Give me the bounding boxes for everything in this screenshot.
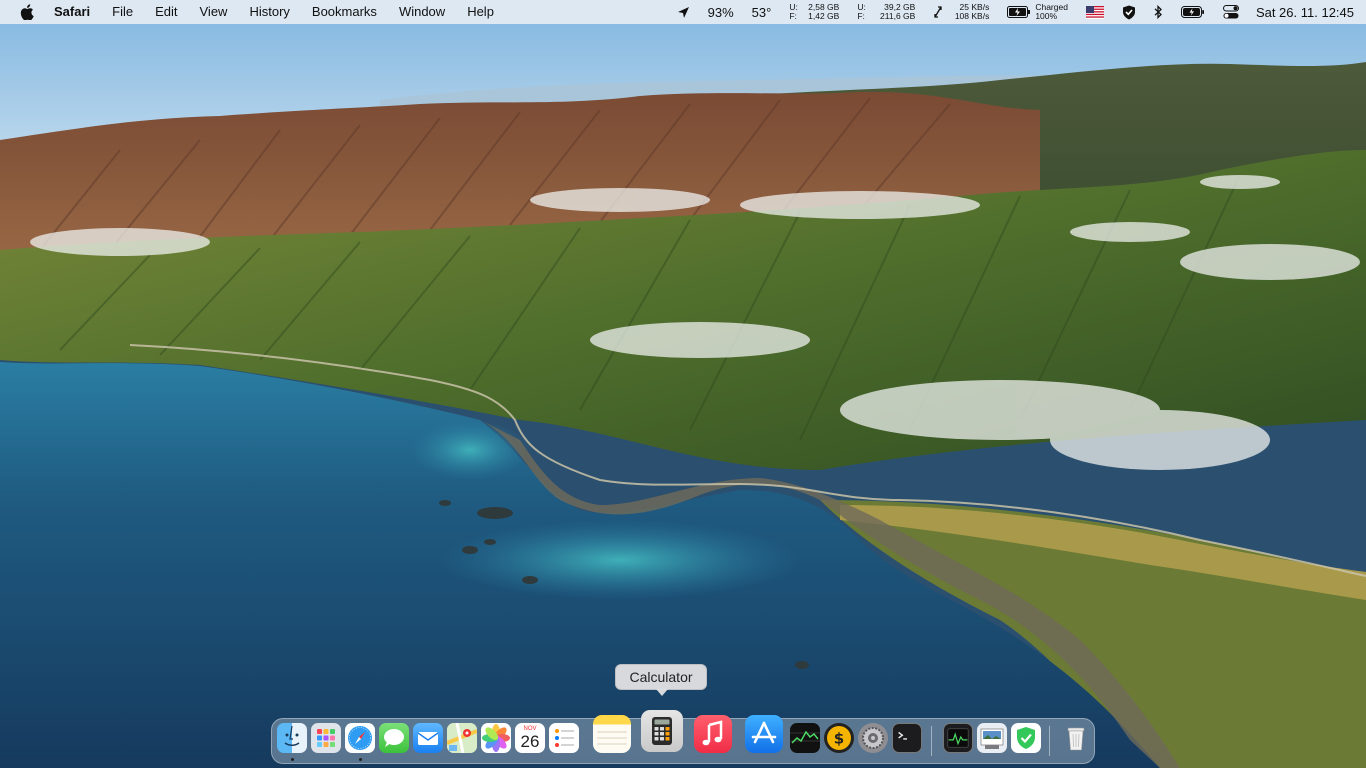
battery-icon[interactable]	[1180, 0, 1205, 24]
control-center-icon[interactable]	[1222, 0, 1239, 24]
network-stats[interactable]: 25 KB/s 108 KB/s	[933, 0, 989, 24]
notes-icon[interactable]	[593, 715, 631, 753]
launchpad-icon[interactable]	[311, 723, 341, 753]
calendar-icon[interactable]: NOV 26	[515, 723, 545, 753]
safari-icon[interactable]	[345, 723, 375, 753]
memory-free-label: F:	[789, 11, 797, 21]
location-arrow-icon[interactable]	[677, 0, 690, 24]
memory-free-value: 1,42 GB	[808, 11, 840, 21]
cpu-temperature[interactable]: 53°	[752, 0, 772, 24]
finder-icon[interactable]	[277, 723, 307, 753]
battery-status[interactable]: Charged 100%	[1007, 0, 1068, 24]
app-menu-safari[interactable]: Safari	[50, 0, 101, 24]
menu-view[interactable]: View	[189, 0, 239, 24]
menu-bookmarks[interactable]: Bookmarks	[301, 0, 388, 24]
calendar-day: 26	[520, 732, 540, 751]
reminders-icon[interactable]	[549, 723, 579, 753]
safari-running-indicator	[359, 758, 362, 761]
menu-file[interactable]: File	[101, 0, 144, 24]
security-shield-icon[interactable]	[1011, 723, 1041, 753]
finder-running-indicator	[291, 758, 294, 761]
menu-edit[interactable]: Edit	[144, 0, 188, 24]
cpu-usage[interactable]: 93%	[708, 0, 734, 24]
battery-percent: 100%	[1035, 11, 1058, 21]
dock-tooltip: Calculator	[615, 664, 707, 696]
dock-separator-trash	[1049, 726, 1050, 756]
memory-stats[interactable]: U: 2,58 GB F: 1,42 GB	[789, 0, 839, 24]
terminal-icon[interactable]	[892, 723, 922, 753]
us-flag-icon[interactable]	[1085, 0, 1104, 24]
trash-icon[interactable]	[1061, 723, 1091, 753]
mail-icon[interactable]	[413, 723, 443, 753]
disk-free-label: F:	[857, 11, 865, 21]
dock-tooltip-arrow	[656, 689, 668, 696]
menu-history[interactable]: History	[238, 0, 300, 24]
network-arrows-icon	[934, 6, 942, 18]
network-down-speed: 108 KB/s	[954, 11, 990, 21]
dock-tooltip-label: Calculator	[629, 669, 693, 685]
maps-icon[interactable]	[447, 723, 477, 753]
app-store-icon[interactable]	[745, 715, 783, 753]
battery-charging-icon	[1007, 6, 1031, 18]
bluetooth-icon[interactable]	[1154, 0, 1163, 24]
disk-stats[interactable]: U: 39,2 GB F: 211,6 GB	[857, 0, 915, 24]
security-shield-menu-icon[interactable]	[1122, 0, 1136, 24]
photos-icon[interactable]	[481, 723, 511, 753]
menu-bar: Safari File Edit View History Bookmarks …	[0, 0, 1366, 24]
dock-separator	[931, 726, 932, 756]
menu-help[interactable]: Help	[456, 0, 505, 24]
stocks-icon[interactable]	[790, 723, 820, 753]
system-preferences-icon[interactable]	[858, 723, 888, 753]
menu-window[interactable]: Window	[388, 0, 456, 24]
svg-text:$: $	[834, 730, 844, 748]
disk-free-value: 211,6 GB	[880, 11, 916, 21]
music-icon[interactable]	[694, 715, 732, 753]
activity-monitor-icon[interactable]	[943, 723, 973, 753]
calculator-icon[interactable]	[641, 710, 683, 752]
preview-icon[interactable]	[977, 723, 1007, 753]
messages-icon[interactable]	[379, 723, 409, 753]
dock: NOV 26 $	[271, 710, 1095, 764]
menubar-clock[interactable]: Sat 26. 11. 12:45	[1256, 0, 1354, 24]
desktop-wallpaper	[0, 0, 1366, 768]
apple-menu-icon[interactable]	[20, 4, 36, 20]
budget-app-icon[interactable]: $	[824, 723, 854, 753]
